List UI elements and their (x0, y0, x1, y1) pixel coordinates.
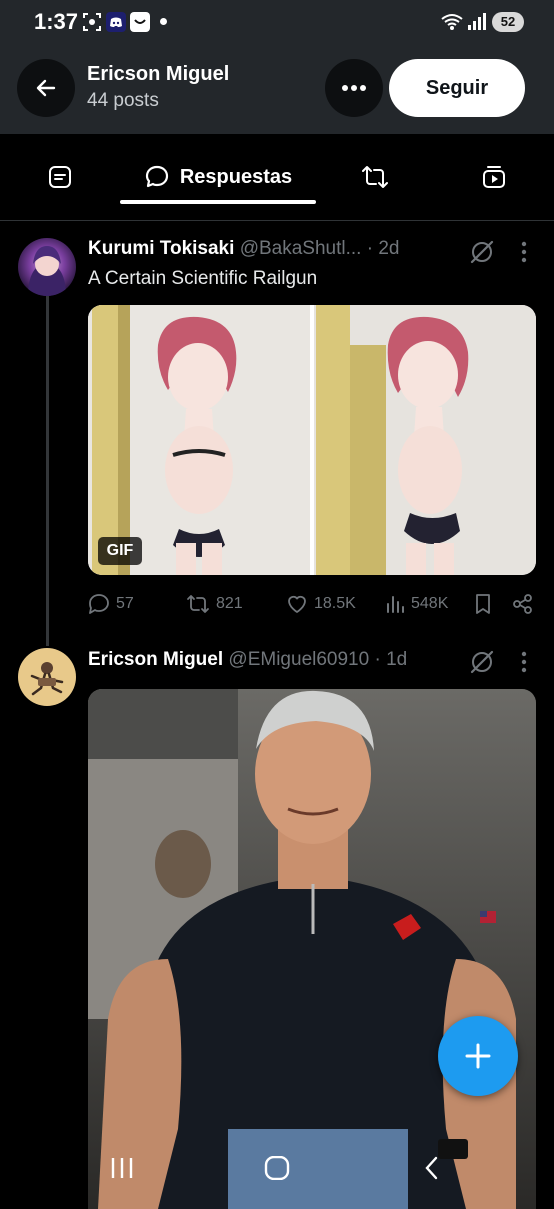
post-author-name[interactable]: Kurumi Tokisaki (88, 238, 234, 259)
views-button[interactable]: 548K (385, 592, 448, 616)
reply-tab-icon (145, 165, 168, 188)
screenshot-icon (83, 13, 101, 31)
profile-name: Ericson Miguel (87, 63, 230, 85)
repost-count: 821 (216, 595, 243, 612)
more-vertical-icon[interactable] (521, 240, 527, 264)
recent-apps-button[interactable] (102, 1152, 142, 1184)
arrow-left-icon (36, 79, 56, 97)
reply-count: 57 (116, 595, 134, 612)
post-media-gif[interactable]: GIF (88, 305, 536, 575)
thread-connector (46, 296, 49, 646)
compose-button[interactable] (438, 1016, 518, 1096)
back-button[interactable] (17, 59, 75, 117)
active-tab-indicator (120, 200, 316, 204)
recent-apps-icon (111, 1158, 133, 1178)
status-bar: 1:37 52 (0, 0, 554, 44)
post-media-photo[interactable] (88, 689, 536, 1209)
more-vertical-icon[interactable] (521, 650, 527, 674)
bookmark-icon (476, 594, 490, 614)
home-button[interactable] (257, 1152, 297, 1184)
post-author-handle[interactable]: @EMiguel60910 (228, 649, 369, 670)
tab-replies-label: Respuestas (179, 165, 293, 188)
notification-dot (160, 18, 167, 25)
grok-icon[interactable] (469, 649, 495, 675)
wifi-icon (441, 14, 463, 30)
back-nav-button[interactable] (412, 1152, 452, 1184)
tab-replies[interactable]: Respuestas (120, 134, 316, 220)
reply-button[interactable]: 57 (88, 592, 134, 616)
post-header: Kurumi Tokisaki @BakaShutl... · 2d (88, 238, 399, 260)
discord-icon (106, 12, 126, 32)
share-icon (513, 594, 532, 614)
home-circle-icon (264, 1156, 290, 1180)
tab-reposts[interactable] (345, 134, 405, 220)
post-header: Ericson Miguel @EMiguel60910 · 1d (88, 649, 407, 671)
views-icon (387, 596, 404, 613)
repost-button[interactable]: 821 (186, 592, 243, 616)
photo-content (88, 689, 536, 1209)
more-options-button[interactable] (325, 59, 383, 117)
chevron-left-icon (425, 1156, 438, 1180)
status-time: 1:37 (34, 9, 79, 34)
post-count: 44 posts (87, 90, 159, 111)
post-author-name[interactable]: Ericson Miguel (88, 649, 223, 670)
profile-header: Ericson Miguel 44 posts Seguir (0, 44, 554, 134)
tab-posts[interactable] (30, 134, 90, 220)
media-tab-icon (483, 166, 505, 188)
profile-tabs: Respuestas (0, 134, 554, 221)
avatar-illustration (30, 662, 64, 696)
gif-badge: GIF (98, 537, 142, 565)
follow-button[interactable]: Seguir (389, 59, 525, 117)
more-horizontal-icon (342, 85, 366, 91)
repost-icon (187, 595, 209, 613)
post-text: A Certain Scientific Railgun (88, 268, 318, 289)
reply-icon (89, 594, 109, 614)
bookmark-button[interactable] (473, 592, 493, 616)
post-time[interactable]: · 2d (367, 238, 400, 259)
post-author-handle[interactable]: @BakaShutl... (240, 238, 362, 259)
posts-tab-icon (49, 166, 71, 188)
view-count: 548K (411, 595, 449, 612)
tab-media[interactable] (464, 134, 524, 220)
avatar-illustration (28, 246, 66, 296)
mail-app-icon (130, 12, 150, 32)
share-button[interactable] (512, 592, 534, 616)
avatar[interactable] (18, 238, 76, 296)
grok-icon[interactable] (469, 239, 495, 265)
heart-icon (288, 595, 306, 613)
repost-tab-icon (362, 166, 388, 188)
like-button[interactable]: 18.5K (286, 592, 356, 616)
post-time[interactable]: · 1d (374, 649, 407, 670)
battery-indicator: 52 (492, 12, 524, 32)
like-count: 18.5K (314, 595, 356, 612)
gif-frame (88, 305, 536, 575)
plus-icon (465, 1043, 491, 1069)
signal-icon (468, 13, 486, 30)
avatar[interactable] (18, 648, 76, 706)
